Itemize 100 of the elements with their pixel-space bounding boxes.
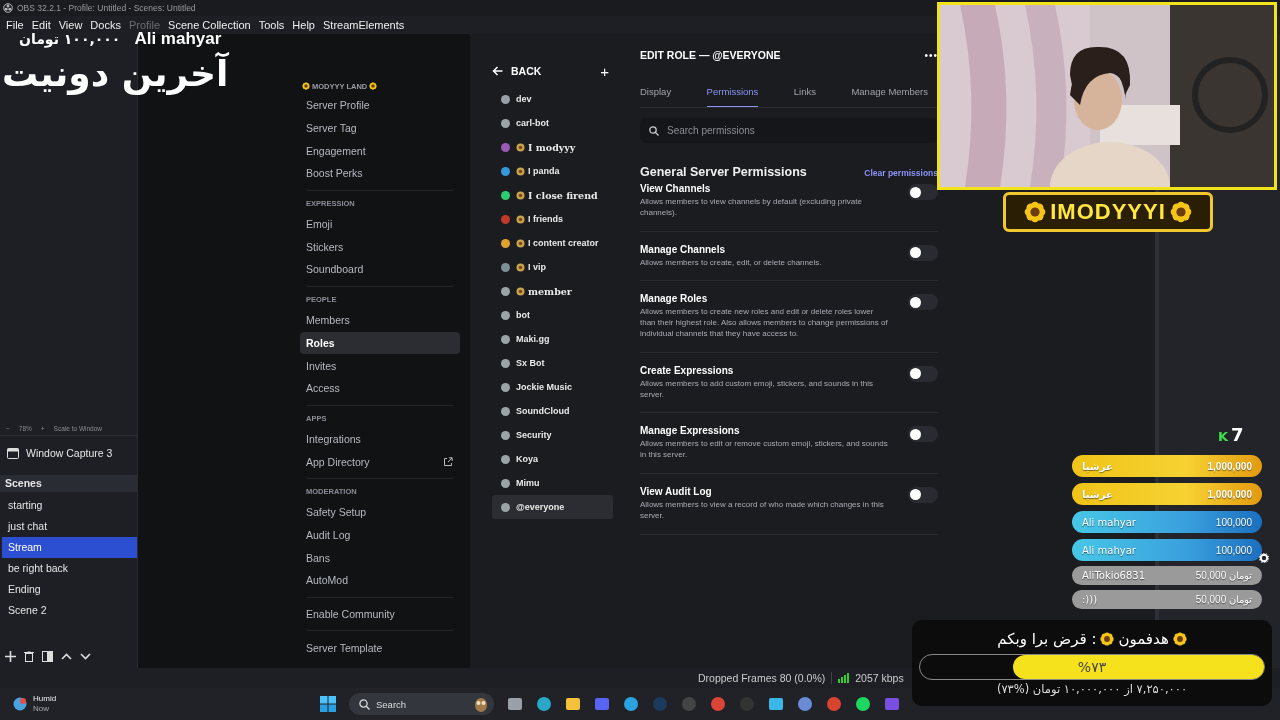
scene-item[interactable]: just chat <box>2 515 137 537</box>
role-item[interactable]: Koya <box>492 447 613 471</box>
search-input[interactable]: Search <box>376 693 466 715</box>
permission-description: Allows members to view channels by default (excluding private channels). <box>640 197 863 219</box>
menu-item[interactable]: Scene Collection <box>164 19 255 31</box>
scene-item[interactable]: starting <box>2 494 137 516</box>
scene-item[interactable]: Stream <box>2 536 137 558</box>
role-item[interactable]: Security <box>492 423 613 447</box>
back-button[interactable]: BACK <box>492 65 542 77</box>
scene-item[interactable]: be right back <box>2 557 137 579</box>
permission-name: View Audit Log <box>640 485 713 497</box>
toggle-switch[interactable] <box>908 486 938 503</box>
settings-item[interactable]: Roles <box>300 331 460 355</box>
menu-item[interactable]: File <box>2 19 28 31</box>
settings-item[interactable]: Server Tag <box>300 116 460 140</box>
role-item[interactable]: bot <box>492 303 613 327</box>
trash-icon[interactable] <box>24 650 34 662</box>
settings-item[interactable]: Emoji <box>300 212 460 236</box>
app-icon[interactable] <box>507 696 523 712</box>
app-icon[interactable] <box>797 696 813 712</box>
clear-permissions-link[interactable]: Clear permissions <box>864 168 938 178</box>
sunflower-icon <box>1169 201 1192 223</box>
settings-item[interactable]: Engagement <box>300 139 460 163</box>
sunflower-icon <box>1172 632 1187 646</box>
donation-bar: Ali mahyar 100,000 <box>1072 511 1262 533</box>
channel-banner: IMODYYYI <box>1003 192 1213 232</box>
role-item[interactable]: Maki.gg <box>492 327 613 351</box>
role-item[interactable]: I panda <box>492 159 613 183</box>
role-item[interactable]: Mimu <box>492 471 613 495</box>
role-item[interactable]: carl-bot <box>492 111 613 135</box>
role-item[interactable]: I close firend <box>492 183 613 207</box>
goal-title: هدفمون <box>1118 630 1169 648</box>
role-item[interactable]: I friends <box>492 207 613 231</box>
window-icon <box>7 447 19 459</box>
settings-item[interactable]: Access <box>300 376 460 400</box>
tab[interactable]: Manage Members <box>851 82 928 107</box>
settings-item[interactable]: Bans <box>300 546 460 569</box>
toggle-switch[interactable] <box>908 365 938 382</box>
app-icon[interactable] <box>855 696 871 712</box>
more-button[interactable]: ••• <box>924 49 938 61</box>
tab[interactable]: Links <box>793 82 816 107</box>
role-item[interactable]: I vip <box>492 255 613 279</box>
app-icon[interactable] <box>536 696 552 712</box>
menu-item[interactable]: Edit <box>27 19 55 31</box>
settings-item[interactable]: Safety Setup <box>300 500 460 524</box>
settings-item[interactable]: Server Profile <box>300 94 460 117</box>
app-icon[interactable] <box>768 696 784 712</box>
settings-item[interactable]: Soundboard <box>300 258 460 281</box>
toggle-switch[interactable] <box>908 294 938 311</box>
menu-item[interactable]: Help <box>288 19 319 31</box>
sunflower-icon <box>302 82 310 90</box>
source-label: Window Capture 3 <box>26 447 113 460</box>
sunflower-icon <box>1024 201 1047 223</box>
toggle-switch[interactable] <box>908 184 938 200</box>
toggle-switch[interactable] <box>908 244 938 261</box>
menu-item[interactable]: StreamElements <box>319 19 409 31</box>
taskbar-search-field[interactable]: Search <box>349 693 494 715</box>
app-icon[interactable] <box>565 696 581 712</box>
back-arrow-icon <box>492 66 503 76</box>
settings-item[interactable]: Audit Log <box>300 523 460 547</box>
app-icon[interactable] <box>623 696 639 712</box>
tab[interactable]: Permissions <box>706 82 759 107</box>
role-item[interactable]: I modyyy <box>492 135 613 159</box>
role-item[interactable]: dev <box>492 87 613 111</box>
settings-item[interactable]: Invites <box>300 354 460 377</box>
add-role-button[interactable]: + <box>600 63 609 79</box>
settings-item[interactable]: Enable Community <box>300 602 460 626</box>
weather-widget[interactable]: Humid Now <box>12 694 320 714</box>
settings-item[interactable]: Boost Perks <box>300 162 460 185</box>
menu-item[interactable]: Tools <box>254 19 289 31</box>
role-item[interactable]: Jockie Music <box>492 375 613 399</box>
sunflower-icon <box>1100 632 1115 646</box>
scene-item[interactable]: Ending <box>2 578 137 600</box>
scene-item[interactable]: Scene 2 <box>2 599 137 621</box>
settings-item[interactable]: AutoMod <box>300 569 460 592</box>
tab[interactable]: Display <box>640 82 672 107</box>
weather-icon <box>12 696 28 712</box>
add-icon[interactable] <box>5 650 16 662</box>
search-icon <box>359 698 370 710</box>
windows-start-icon[interactable] <box>320 696 336 712</box>
bitrate-label: 2057 kbps <box>855 672 904 684</box>
donation-bar: :))) 50,000 تومان <box>1072 590 1262 609</box>
menu-item[interactable]: View <box>54 19 87 31</box>
donor-name: Ali mahyar <box>134 29 222 49</box>
role-item[interactable]: Sx Bot <box>492 351 613 375</box>
role-item[interactable]: member <box>492 279 613 303</box>
owl-icon <box>472 696 490 712</box>
settings-item[interactable]: Server Template <box>300 636 460 660</box>
role-item[interactable]: SoundCloud <box>492 399 613 423</box>
menu-item[interactable]: Docks <box>86 19 125 31</box>
settings-item[interactable]: Members <box>300 308 460 332</box>
settings-item[interactable]: Stickers <box>300 235 460 259</box>
role-item[interactable]: I content creator <box>492 231 613 255</box>
settings-item[interactable]: Integrations <box>300 427 460 451</box>
filter-icon[interactable] <box>42 650 53 662</box>
toggle-switch[interactable] <box>908 426 938 443</box>
role-item[interactable]: @everyone <box>492 495 613 519</box>
permission-name: View Channels <box>640 183 712 194</box>
settings-item[interactable]: App Directory <box>300 450 460 473</box>
dropped-frames-label: Dropped Frames 80 (0.0%) <box>698 672 826 684</box>
